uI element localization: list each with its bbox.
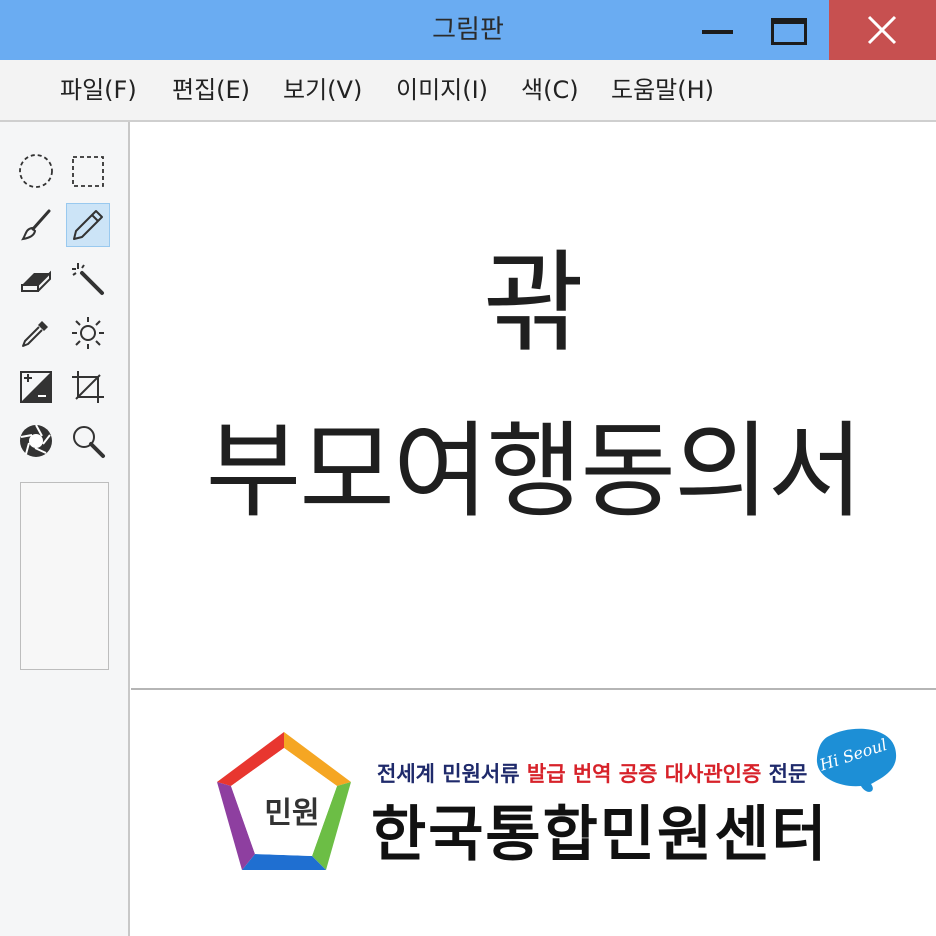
menu-help[interactable]: 도움말(H) — [611, 60, 714, 120]
title-bar: 그림판 — [0, 0, 936, 60]
minimize-icon — [702, 30, 733, 34]
tagline-part3: 전문 — [768, 762, 808, 786]
tool-options-box[interactable] — [20, 482, 109, 670]
zoom-icon — [73, 426, 105, 458]
canvas-small-word: 곾 — [482, 239, 585, 367]
menu-color[interactable]: 색(C) — [521, 60, 579, 120]
aperture-tool[interactable] — [14, 419, 58, 463]
minimize-button[interactable] — [686, 0, 748, 60]
crop-icon — [72, 371, 104, 403]
eyedropper-tool[interactable] — [14, 311, 58, 355]
tagline-part1: 전세계 민원서류 — [377, 762, 520, 786]
logo-text: 민원 — [264, 796, 320, 831]
banner-tagline: 전세계 민원서류 발급 번역 공증 대사관인증 전문 — [377, 758, 807, 788]
maximize-button[interactable] — [758, 0, 820, 60]
magic-wand-icon — [72, 263, 104, 295]
rect-select-tool[interactable] — [66, 149, 110, 193]
zoom-tool[interactable] — [66, 419, 110, 463]
canvas-divider — [131, 688, 936, 690]
hi-seoul-badge: Hi Seoul — [816, 728, 897, 792]
brush-tool[interactable] — [14, 203, 58, 247]
eyedropper-icon — [22, 321, 48, 347]
pencil-icon — [73, 210, 103, 240]
close-icon — [867, 15, 897, 45]
crop-tool[interactable] — [66, 365, 110, 409]
ellipse-select-icon — [19, 154, 53, 188]
canvas-big-word: 부모여행동의서 — [205, 410, 864, 532]
contrast-tool[interactable] — [14, 365, 58, 409]
banner-org-name: 한국통합민원센터 — [371, 800, 829, 870]
drawing-canvas[interactable]: 곾 부모여행동의서 민원 전세계 민원서류 발급 번역 공증 대사관인증 전문 … — [131, 122, 936, 936]
contrast-icon — [20, 371, 52, 403]
maximize-icon — [771, 18, 807, 45]
brush-icon — [21, 209, 51, 241]
ellipse-select-tool[interactable] — [14, 149, 58, 193]
close-button[interactable] — [829, 0, 936, 60]
menu-file[interactable]: 파일(F) — [60, 60, 137, 120]
magic-wand-tool[interactable] — [66, 257, 110, 301]
brightness-icon — [72, 317, 104, 349]
brightness-tool[interactable] — [66, 311, 110, 355]
eraser-tool[interactable] — [14, 257, 58, 301]
menu-image[interactable]: 이미지(I) — [396, 60, 488, 120]
eraser-icon — [21, 270, 51, 292]
pencil-tool[interactable] — [66, 203, 110, 247]
menu-view[interactable]: 보기(V) — [283, 60, 362, 120]
menu-bar: 파일(F) 편집(E) 보기(V) 이미지(I) 색(C) 도움말(H) — [0, 60, 936, 122]
tagline-part2: 발급 번역 공증 대사관인증 — [526, 762, 762, 786]
aperture-icon — [20, 424, 52, 457]
tool-panel — [0, 122, 130, 936]
menu-edit[interactable]: 편집(E) — [172, 60, 250, 120]
rect-select-icon — [72, 156, 104, 187]
